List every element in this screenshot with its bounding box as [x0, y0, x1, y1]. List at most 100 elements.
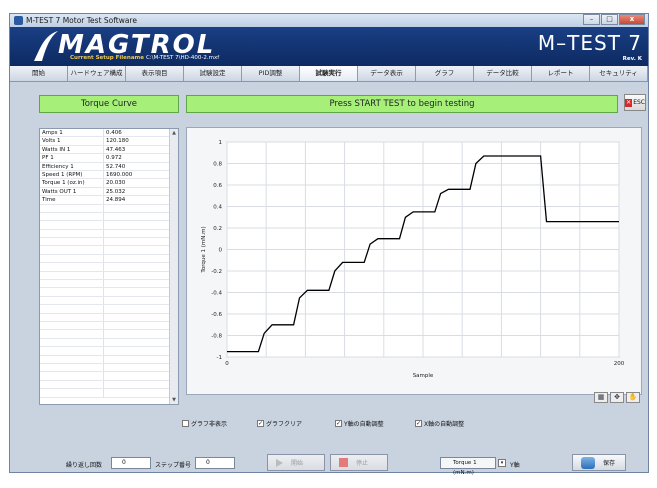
tab-5[interactable]: 試験実行 — [300, 66, 358, 81]
reading-name — [40, 263, 104, 271]
tab-0[interactable]: 開始 — [10, 66, 68, 81]
tab-7[interactable]: グラフ — [416, 66, 474, 81]
table-row — [40, 321, 178, 331]
reading-value — [104, 372, 164, 379]
play-icon — [276, 458, 283, 467]
reading-value — [104, 230, 164, 237]
table-row — [40, 204, 178, 213]
reading-name — [40, 280, 104, 288]
chevron-down-icon[interactable]: ▾ — [498, 459, 506, 467]
minimize-button[interactable]: – — [583, 14, 600, 25]
table-row — [40, 229, 178, 239]
y-tick-label: 0 — [219, 248, 223, 254]
step-number-input[interactable]: 0 — [195, 457, 235, 469]
reading-name — [40, 355, 104, 363]
reading-value — [104, 297, 164, 304]
x-autoscale-checkbox[interactable]: ✓ X軸の自動調整 — [415, 419, 464, 428]
reading-value — [104, 314, 164, 321]
scroll-up-icon[interactable]: ▲ — [170, 129, 178, 137]
reading-value — [104, 364, 164, 371]
cursor-icon[interactable]: ✋ — [626, 392, 640, 403]
reading-value: 0.972 — [106, 155, 122, 162]
reading-value: 47.463 — [106, 146, 126, 153]
reading-name — [40, 305, 104, 313]
table-row — [40, 363, 178, 373]
maximize-button[interactable]: □ — [601, 14, 618, 25]
stop-button[interactable]: 停止 — [330, 454, 388, 471]
reading-name: PF 1 — [40, 154, 104, 162]
reading-value — [104, 288, 164, 295]
reading-value: 120.180 — [106, 138, 129, 145]
x-tick-label: 200 — [614, 361, 625, 367]
tab-2[interactable]: 表示項目 — [126, 66, 184, 81]
torque-chart[interactable]: -1 -0.8 -0.6 -0.4 -0.2 0 0.2 0.4 0.6 0.8 1 0 200 Samp… — [186, 127, 642, 395]
reading-value — [104, 347, 164, 354]
save-button[interactable]: 保存 — [572, 454, 626, 471]
reading-value — [104, 322, 164, 329]
title-bar: M-TEST 7 Motor Test Software – □ x — [10, 14, 648, 27]
y-tick-label: 0.4 — [213, 205, 222, 211]
table-row — [40, 254, 178, 264]
table-row — [40, 305, 178, 314]
y-tick-label: -1 — [217, 355, 222, 361]
curve-title: Torque Curve — [39, 95, 179, 113]
scroll-down-icon[interactable]: ▼ — [170, 396, 178, 404]
checkbox-hide-graph[interactable] — [182, 420, 189, 427]
table-row — [40, 212, 178, 222]
reading-name: Volts 1 — [40, 137, 104, 145]
hide-graph-checkbox[interactable]: グラフ非表示 — [182, 419, 227, 428]
tab-6[interactable]: データ表示 — [358, 66, 416, 81]
reading-value — [104, 280, 164, 287]
tab-3[interactable]: 試験設定 — [184, 66, 242, 81]
tab-8[interactable]: データ比較 — [474, 66, 532, 81]
app-window: M-TEST 7 Motor Test Software – □ x MAGTR… — [9, 13, 649, 476]
table-row — [40, 263, 178, 272]
reading-value — [104, 263, 164, 270]
reading-value — [104, 272, 164, 279]
reading-name: Time — [40, 196, 104, 204]
table-row: Efficiency 1 52.740 — [40, 162, 178, 171]
table-row: Torque 1 (oz.in) 20.030 — [40, 179, 178, 188]
zoom-icon[interactable]: ▦ — [594, 392, 608, 403]
table-row — [40, 280, 178, 289]
table-row: Time 24.894 — [40, 196, 178, 205]
readings-table[interactable]: Amps 1 0.406 Volts 1 120.180 Watts IN 1 47.46… — [39, 128, 179, 405]
clear-graph-checkbox[interactable]: ✓ グラフクリア — [257, 419, 302, 428]
table-row — [40, 389, 178, 398]
graph-tools: ▦ ✥ ✋ — [594, 392, 640, 403]
reading-value: 1690.000 — [106, 171, 133, 178]
close-button[interactable]: x — [619, 14, 645, 25]
y-autoscale-checkbox[interactable]: ✓ Y軸の自動調整 — [335, 419, 384, 428]
esc-button[interactable]: ✕ ESC — [624, 94, 646, 111]
table-row: Volts 1 120.180 — [40, 137, 178, 146]
table-row — [40, 238, 178, 247]
reading-name — [40, 221, 104, 229]
tab-10[interactable]: セキュリティ — [590, 66, 648, 81]
reading-value: 52.740 — [106, 163, 126, 170]
tab-1[interactable]: ハードウェア構成 — [68, 66, 126, 81]
reading-name — [40, 321, 104, 330]
table-row — [40, 288, 178, 297]
repeat-count-input[interactable]: 0 — [111, 457, 151, 469]
table-row: PF 1 0.972 — [40, 154, 178, 163]
reading-name — [40, 347, 104, 355]
repeat-count-label: 繰り返し回数 — [66, 462, 103, 469]
reading-value: 25.032 — [106, 188, 126, 195]
y-axis-select[interactable]: Torque 1 (mN.m) — [440, 457, 496, 476]
table-row — [40, 338, 178, 348]
tab-9[interactable]: レポート — [532, 66, 590, 81]
reading-value — [104, 381, 164, 388]
reading-name — [40, 330, 104, 338]
reading-name: Watts IN 1 — [40, 145, 104, 154]
checkbox-y-autoscale[interactable]: ✓ — [335, 420, 342, 427]
readings-scrollbar[interactable]: ▲ ▼ — [169, 129, 178, 404]
checkbox-clear-graph[interactable]: ✓ — [257, 420, 264, 427]
tab-4[interactable]: PID調整 — [242, 66, 300, 81]
checkbox-x-autoscale[interactable]: ✓ — [415, 420, 422, 427]
start-button[interactable]: 開始 — [267, 454, 325, 471]
status-message: Press START TEST to begin testing — [186, 95, 618, 113]
window-title: M-TEST 7 Motor Test Software — [26, 16, 137, 25]
pan-icon[interactable]: ✥ — [610, 392, 624, 403]
product-name: M–TEST 7 — [537, 31, 642, 55]
revision: Rev. K — [622, 56, 642, 62]
